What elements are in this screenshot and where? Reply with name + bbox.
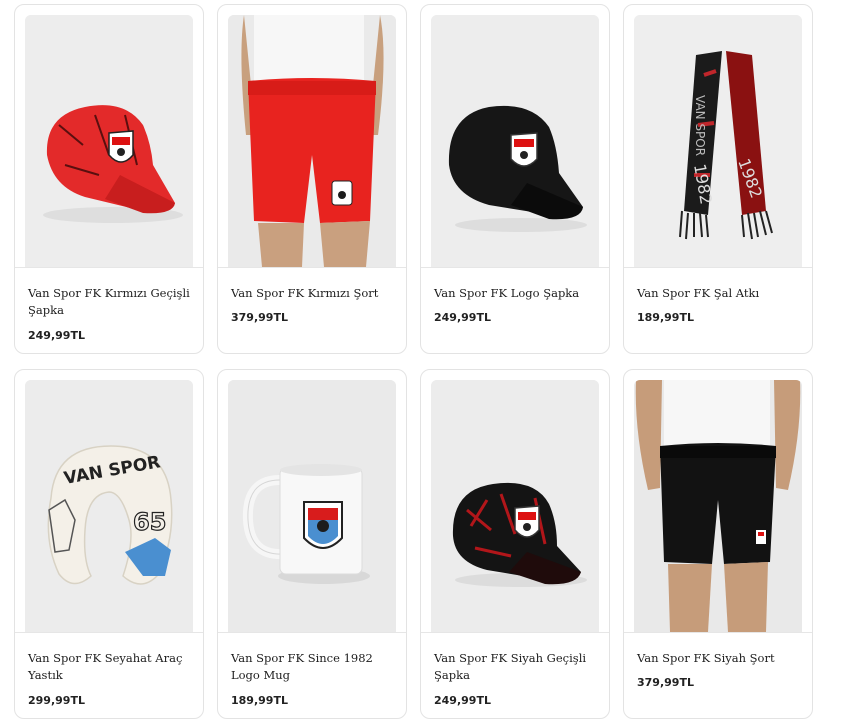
product-name[interactable]: Van Spor FK Kırmızı Şort xyxy=(231,285,393,302)
product-card[interactable]: Van Spor FK Since 1982 Logo Mug 189,99TL xyxy=(217,369,407,719)
product-name[interactable]: Van Spor FK Since 1982 Logo Mug xyxy=(231,650,393,684)
product-price: 249,99TL xyxy=(434,311,491,324)
mug-image[interactable] xyxy=(228,380,396,632)
product-card[interactable]: Van Spor FK Siyah Şort 379,99TL xyxy=(623,369,813,719)
product-name[interactable]: Van Spor FK Şal Atkı xyxy=(637,285,799,302)
card-divider xyxy=(218,632,406,633)
product-price: 189,99TL xyxy=(637,311,694,324)
product-card[interactable]: Van Spor FK Kırmızı Geçişli Şapka 249,99… xyxy=(14,4,204,354)
product-price: 379,99TL xyxy=(637,676,694,689)
product-price: 189,99TL xyxy=(231,694,288,707)
red-shorts-image[interactable] xyxy=(228,15,396,267)
card-divider xyxy=(218,267,406,268)
pillow-number: 65 xyxy=(133,508,166,536)
neck-pillow-image[interactable]: VAN SPOR 65 xyxy=(25,380,193,632)
card-divider xyxy=(15,267,203,268)
product-name[interactable]: Van Spor FK Siyah Şort xyxy=(637,650,799,667)
product-card[interactable]: Van Spor FK Siyah Geçişli Şapka 249,99TL xyxy=(420,369,610,719)
product-card[interactable]: VAN SPOR 65 Van Spor FK Seyahat Araç Yas… xyxy=(14,369,204,719)
black-cap-image[interactable] xyxy=(431,15,599,267)
scarf-image[interactable]: VAN SPOR 1982 1982 xyxy=(634,15,802,267)
red-cap-image[interactable] xyxy=(25,15,193,267)
card-divider xyxy=(15,632,203,633)
product-name[interactable]: Van Spor FK Seyahat Araç Yastık xyxy=(28,650,190,684)
product-price: 249,99TL xyxy=(434,694,491,707)
product-card[interactable]: Van Spor FK Logo Şapka 249,99TL xyxy=(420,4,610,354)
card-divider xyxy=(421,267,609,268)
product-card[interactable]: VAN SPOR 1982 1982 Van Spor FK Şal Atkı … xyxy=(623,4,813,354)
product-grid: Van Spor FK Kırmızı Geçişli Şapka 249,99… xyxy=(0,0,847,725)
product-name[interactable]: Van Spor FK Siyah Geçişli Şapka xyxy=(434,650,596,684)
product-name[interactable]: Van Spor FK Kırmızı Geçişli Şapka xyxy=(28,285,190,319)
product-price: 299,99TL xyxy=(28,694,85,707)
card-divider xyxy=(421,632,609,633)
product-price: 379,99TL xyxy=(231,311,288,324)
product-name[interactable]: Van Spor FK Logo Şapka xyxy=(434,285,596,302)
card-divider xyxy=(624,632,812,633)
black-red-cap-image[interactable] xyxy=(431,380,599,632)
product-card[interactable]: Van Spor FK Kırmızı Şort 379,99TL xyxy=(217,4,407,354)
black-shorts-image[interactable] xyxy=(634,380,802,632)
product-price: 249,99TL xyxy=(28,329,85,342)
card-divider xyxy=(624,267,812,268)
scarf-text: VAN SPOR xyxy=(693,95,707,156)
